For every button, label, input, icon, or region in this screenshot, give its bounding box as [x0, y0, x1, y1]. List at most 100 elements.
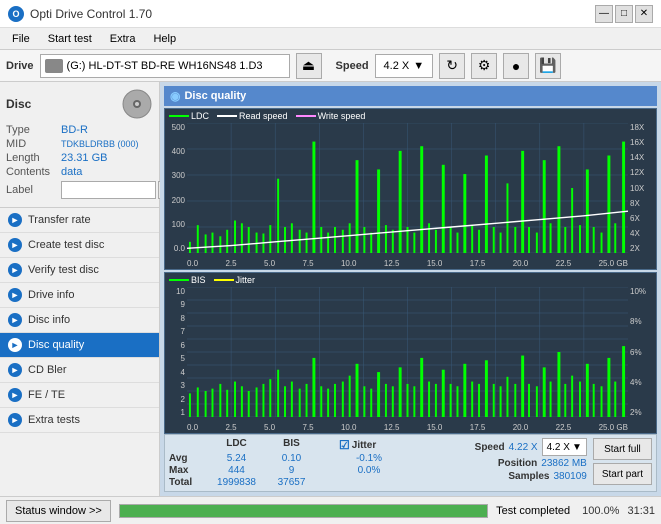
burn-button[interactable]: ● [503, 53, 529, 79]
cd-bler-icon: ► [8, 363, 22, 377]
contents-value: data [61, 166, 82, 178]
ldc-chart-legend: LDC Read speed Write speed [169, 111, 365, 121]
speed-row: Speed 4.22 X 4.2 X ▼ [475, 438, 587, 456]
settings-button[interactable]: ⚙ [471, 53, 497, 79]
bis-x-labels: 0.0 2.5 5.0 7.5 10.0 12.5 15.0 17.5 20.0… [187, 423, 628, 432]
speed-dropdown-arrow: ▼ [413, 60, 424, 72]
type-label: Type [6, 124, 61, 136]
cd-bler-label: CD Bler [28, 364, 67, 376]
drive-bar: Drive (G:) HL-DT-ST BD-RE WH16NS48 1.D3 … [0, 50, 661, 82]
length-label: Length [6, 152, 61, 164]
ldc-chart: LDC Read speed Write speed [164, 108, 657, 270]
progress-bar-fill [120, 505, 487, 517]
sidebar-item-verify-test-disc[interactable]: ► Verify test disc [0, 258, 159, 283]
label-input[interactable] [61, 181, 156, 199]
max-label: Max [169, 465, 209, 476]
jitter-checkbox[interactable]: ☑ [339, 438, 350, 452]
bis-legend-color [169, 279, 189, 281]
status-text: Test completed [496, 505, 570, 517]
bis-chart-svg [187, 287, 628, 417]
disc-quality-panel: ◉ Disc quality LDC Read s [160, 82, 661, 496]
title-bar-controls: — □ ✕ [595, 5, 653, 23]
stats-avg-row: Avg 5.24 0.10 -0.1% [169, 453, 469, 464]
drive-select[interactable]: (G:) HL-DT-ST BD-RE WH16NS48 1.D3 [40, 54, 290, 78]
drive-info-label: Drive info [28, 289, 74, 301]
speed-label: Speed [336, 60, 369, 72]
speed-value: 4.2 X [384, 60, 410, 72]
drive-value: (G:) HL-DT-ST BD-RE WH16NS48 1.D3 [67, 60, 263, 72]
bis-legend-item: BIS [169, 275, 206, 285]
read-speed-legend-label: Read speed [239, 111, 288, 121]
charts-wrapper: LDC Read speed Write speed [164, 108, 657, 434]
fe-te-icon: ► [8, 388, 22, 402]
start-part-button[interactable]: Start part [593, 463, 652, 485]
samples-row: Samples 380109 [508, 471, 587, 482]
menu-file[interactable]: File [4, 31, 38, 47]
title-bar-left: O Opti Drive Control 1.70 [8, 6, 152, 22]
ldc-legend-label: LDC [191, 111, 209, 121]
status-time: 31:31 [627, 505, 655, 517]
status-window-button[interactable]: Status window >> [6, 500, 111, 522]
position-label: Position [498, 458, 537, 469]
speed-select[interactable]: 4.2 X ▼ [375, 54, 434, 78]
save-button[interactable]: 💾 [535, 53, 561, 79]
stats-total-row: Total 1999838 37657 [169, 477, 469, 488]
transfer-rate-icon: ► [8, 213, 22, 227]
bis-legend-label: BIS [191, 275, 206, 285]
disc-panel: Disc Type BD-R MID TDKBLDRBB (000) Lengt… [0, 82, 159, 208]
ldc-legend-color [169, 115, 189, 117]
refresh-button[interactable]: ↻ [439, 53, 465, 79]
disc-info-label: Disc info [28, 314, 70, 326]
verify-test-disc-label: Verify test disc [28, 264, 99, 276]
menu-start-test[interactable]: Start test [40, 31, 100, 47]
fe-te-label: FE / TE [28, 389, 65, 401]
sidebar-nav: ► Transfer rate ► Create test disc ► Ver… [0, 208, 159, 496]
ldc-y-labels-left: 500 400 300 200 100 0.0 [165, 123, 187, 253]
bis-chart: BIS Jitter [164, 272, 657, 434]
avg-jitter: -0.1% [339, 453, 399, 464]
title-bar: O Opti Drive Control 1.70 — □ ✕ [0, 0, 661, 28]
minimize-button[interactable]: — [595, 5, 613, 23]
read-speed-legend-item: Read speed [217, 111, 288, 121]
avg-ldc: 5.24 [209, 453, 264, 464]
create-test-disc-icon: ► [8, 238, 22, 252]
action-buttons: Start full Start part [593, 438, 652, 485]
maximize-button[interactable]: □ [615, 5, 633, 23]
status-bar: Status window >> Test completed 100.0% 3… [0, 496, 661, 524]
ldc-y-labels-right: 18X 16X 14X 12X 10X 8X 6X 4X 2X [628, 123, 656, 253]
length-value: 23.31 GB [61, 152, 107, 164]
speed-dropdown[interactable]: 4.2 X ▼ [542, 438, 587, 456]
speed-val: 4.22 X [509, 442, 538, 453]
label-label: Label [6, 184, 61, 196]
ldc-x-labels: 0.0 2.5 5.0 7.5 10.0 12.5 15.0 17.5 20.0… [187, 259, 628, 268]
extra-tests-icon: ► [8, 413, 22, 427]
sidebar-item-disc-info[interactable]: ► Disc info [0, 308, 159, 333]
contents-label: Contents [6, 166, 61, 178]
extra-tests-label: Extra tests [28, 414, 80, 426]
speed-dropdown-val: 4.2 X [547, 442, 570, 453]
bis-y-labels-right: 10% 8% 6% 4% 2% [628, 287, 656, 417]
speed-dropdown-arrow: ▼ [572, 442, 582, 453]
sidebar-item-drive-info[interactable]: ► Drive info [0, 283, 159, 308]
sidebar-item-cd-bler[interactable]: ► CD Bler [0, 358, 159, 383]
drive-icon [45, 59, 63, 73]
sidebar-item-extra-tests[interactable]: ► Extra tests [0, 408, 159, 433]
position-row: Position 23862 MB [498, 458, 587, 469]
speed-header: Speed [475, 442, 505, 453]
sidebar-item-disc-quality[interactable]: ► Disc quality [0, 333, 159, 358]
disc-title: Disc [6, 97, 31, 111]
write-speed-legend-color [296, 115, 316, 117]
sidebar-item-transfer-rate[interactable]: ► Transfer rate [0, 208, 159, 233]
menu-extra[interactable]: Extra [102, 31, 144, 47]
start-full-button[interactable]: Start full [593, 438, 652, 460]
stats-header-row: LDC BIS ☑ Jitter [169, 438, 469, 452]
menu-help[interactable]: Help [145, 31, 184, 47]
disc-quality-title: Disc quality [184, 90, 246, 102]
eject-button[interactable]: ⏏ [296, 53, 322, 79]
jitter-legend-label: Jitter [236, 275, 256, 285]
sidebar-item-fe-te[interactable]: ► FE / TE [0, 383, 159, 408]
sidebar-item-create-test-disc[interactable]: ► Create test disc [0, 233, 159, 258]
close-button[interactable]: ✕ [635, 5, 653, 23]
total-ldc: 1999838 [209, 477, 264, 488]
write-speed-legend-item: Write speed [296, 111, 366, 121]
